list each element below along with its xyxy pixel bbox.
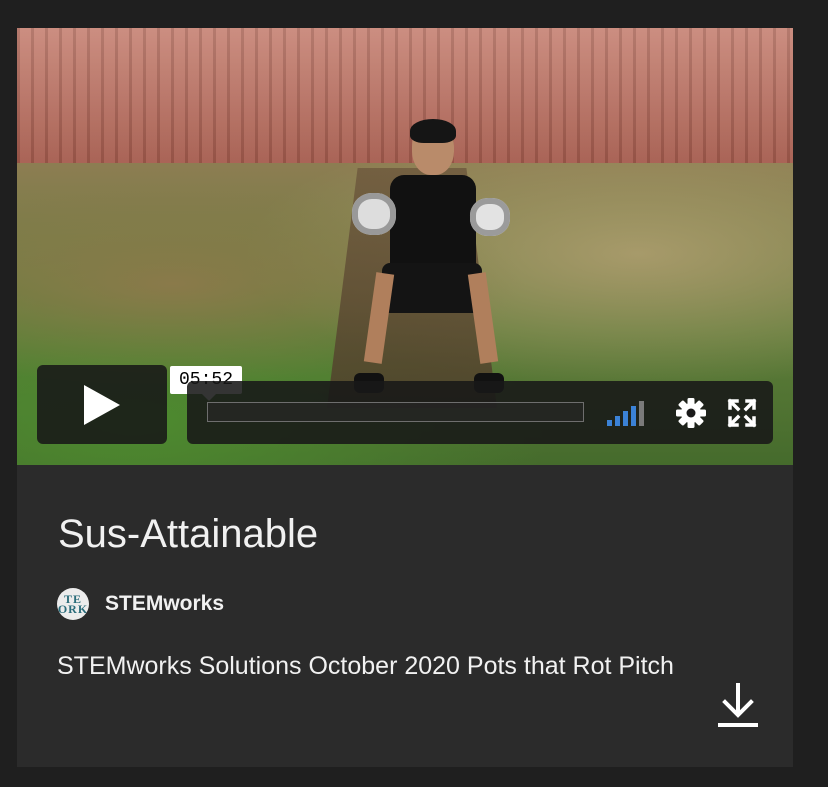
video-player[interactable]: 05:52 xyxy=(17,28,793,465)
fullscreen-icon[interactable] xyxy=(727,398,757,428)
volume-bar-4 xyxy=(631,406,636,426)
video-title: Sus-Attainable xyxy=(58,512,319,556)
video-card: 05:52 Sus-Attainable TE ORK STEMworks ST… xyxy=(17,28,793,767)
play-icon xyxy=(84,384,120,425)
control-bar xyxy=(187,381,773,444)
avatar-text: TE ORK xyxy=(57,592,89,616)
channel-row[interactable]: TE ORK STEMworks xyxy=(57,587,224,621)
volume-bar-5 xyxy=(639,401,644,426)
video-description: STEMworks Solutions October 2020 Pots th… xyxy=(57,652,674,680)
avatar[interactable]: TE ORK xyxy=(57,588,89,620)
person-figure xyxy=(352,119,510,393)
volume-bar-2 xyxy=(615,416,620,426)
play-button[interactable] xyxy=(37,365,167,444)
download-icon[interactable] xyxy=(717,682,759,728)
volume-bar-1 xyxy=(607,420,612,426)
volume-bar-3 xyxy=(623,411,628,426)
progress-bar[interactable] xyxy=(207,402,584,422)
gear-icon[interactable] xyxy=(673,395,709,431)
channel-name[interactable]: STEMworks xyxy=(105,592,224,616)
volume-control[interactable] xyxy=(607,400,657,426)
